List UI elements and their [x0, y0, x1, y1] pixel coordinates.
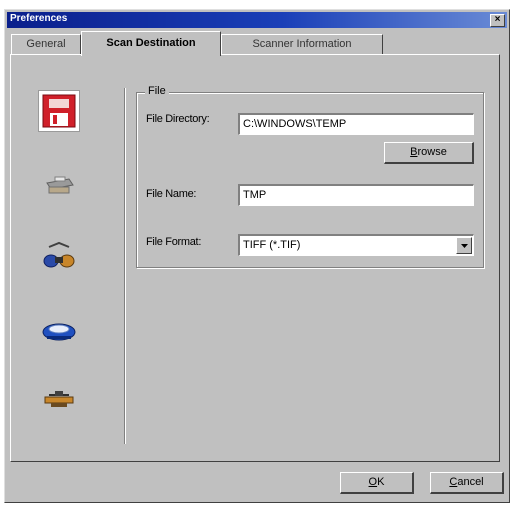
cancel-button[interactable]: Cancel	[430, 472, 504, 494]
close-icon: ×	[494, 14, 501, 25]
window-title: Preferences	[10, 13, 68, 24]
ok-label-accel: O	[368, 476, 378, 488]
tab-scan-destination-label: Scan Destination	[106, 37, 196, 49]
title-bar[interactable]: Preferences ×	[7, 12, 507, 28]
cancel-label-post: ancel	[457, 476, 484, 488]
tab-general-label: General	[26, 38, 66, 50]
close-button[interactable]: ×	[490, 14, 505, 27]
scan-destination-panel	[10, 54, 500, 462]
ok-label-post: K	[377, 476, 385, 488]
active-tab-join	[82, 53, 220, 56]
tab-scanner-information[interactable]: Scanner Information	[221, 34, 383, 54]
tab-scanner-information-label: Scanner Information	[252, 38, 352, 50]
tab-general[interactable]: General	[11, 34, 81, 54]
ok-button[interactable]: OK	[340, 472, 414, 494]
